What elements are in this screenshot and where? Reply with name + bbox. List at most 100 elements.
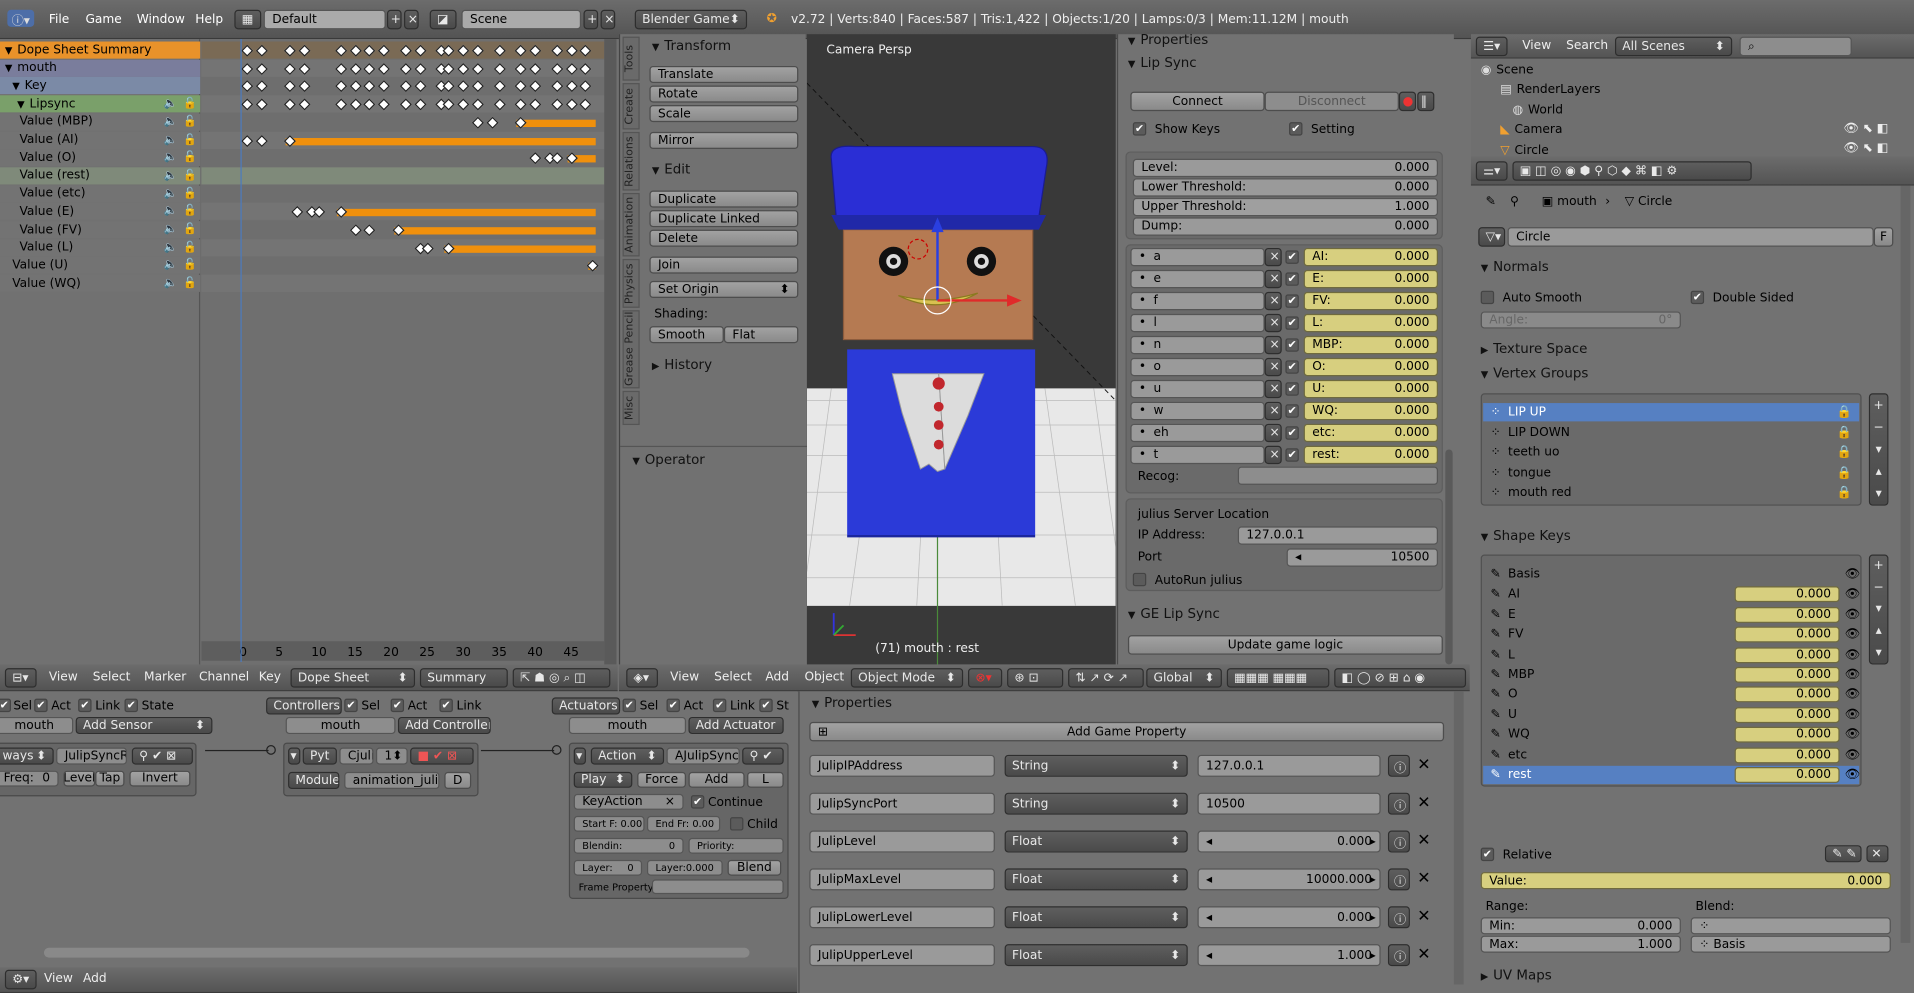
lipsync-panel-header[interactable]: ▼ Lip Sync — [1128, 55, 1197, 71]
phoneme-key-field[interactable]: • a — [1130, 247, 1265, 267]
outliner-item[interactable]: ▤ RenderLayers — [1500, 81, 1600, 98]
eye-icon[interactable]: 👁 — [1844, 748, 1860, 761]
clear-icon[interactable]: × — [1264, 335, 1282, 355]
connect-button[interactable]: Connect — [1130, 91, 1265, 112]
add-controller-dropdown[interactable]: Add Controller⬍ — [397, 716, 491, 735]
controller-state-field[interactable]: 1 ⬍ — [375, 747, 408, 765]
mute-icon[interactable]: 🔈 — [164, 170, 178, 182]
lock-icon[interactable]: 🔒 — [1837, 446, 1852, 459]
phoneme-shape-slider[interactable]: E: 0.000 — [1303, 269, 1438, 289]
clear-icon[interactable]: × — [1264, 401, 1282, 421]
normals-panel-header[interactable]: ▼ Normals — [1481, 259, 1549, 275]
pause-icon[interactable]: ‖ — [1417, 91, 1435, 112]
outliner-search-input[interactable]: ⌕ — [1739, 36, 1852, 57]
mute-icon[interactable]: 🔈 — [164, 98, 178, 110]
shape-key-value-slider[interactable]: 0.000 — [1734, 686, 1840, 703]
info-editor-icon[interactable]: ⓘ▾ — [7, 9, 35, 27]
delete-property-icon[interactable]: ✕ — [1417, 945, 1430, 963]
viewport-shading-icon[interactable]: ⊗▾ — [968, 668, 1003, 688]
game-prop-type-dropdown[interactable]: Float ⬍ — [1004, 830, 1188, 853]
add-menu[interactable]: Add — [765, 671, 789, 684]
shape-keys-header[interactable]: ▼ Shape Keys — [1481, 528, 1571, 544]
shapekey-clear-icon[interactable]: ✕ — [1866, 845, 1889, 863]
properties-scrollbar[interactable] — [1900, 185, 1911, 943]
dopesheet-channel[interactable]: Value (E) 🔈 🔓 — [0, 203, 201, 221]
sensor-act-check[interactable]: ✔ — [34, 698, 48, 713]
texture-space-header[interactable]: ▶ Texture Space — [1481, 341, 1588, 357]
scene-icon[interactable]: ◪ — [429, 9, 457, 30]
setting-checkbox[interactable]: ✔ — [1289, 122, 1303, 136]
add-game-property-button[interactable]: ⊞ Add Game Property — [809, 721, 1445, 742]
delete-property-icon[interactable]: ✕ — [1417, 908, 1430, 926]
ds-menu-key[interactable]: Key — [259, 671, 281, 684]
logic-horizontal-scrollbar[interactable] — [43, 947, 750, 958]
vertex-group-item[interactable]: ⁘ tongue 🔒 — [1483, 464, 1859, 482]
layout-selector[interactable]: Default — [263, 9, 386, 30]
pin-icon[interactable]: ✎ — [1486, 195, 1496, 208]
phoneme-shape-slider[interactable]: FV: 0.000 — [1303, 291, 1438, 311]
actuator-input-socket[interactable] — [551, 745, 562, 755]
ds-menu-select[interactable]: Select — [93, 671, 131, 684]
n-panel-scrollbar[interactable] — [1445, 449, 1453, 665]
shape-key-value-slider[interactable]: 0.000 — [1734, 747, 1840, 763]
logic-menu-view[interactable]: View — [44, 972, 73, 985]
lock-icon[interactable]: 🔓 — [183, 134, 197, 146]
actuator-priority-field[interactable]: Priority: — [688, 837, 784, 854]
lock-icon[interactable]: 🔒 — [1837, 486, 1852, 499]
mesh-datablock-icon[interactable]: ▽▾ — [1478, 227, 1506, 247]
ds-menu-view[interactable]: View — [49, 671, 78, 684]
phoneme-key-field[interactable]: • t — [1130, 445, 1265, 465]
range-min-field[interactable]: Min: 0.000 — [1480, 917, 1681, 935]
dopesheet-channel[interactable]: Value (MBP) 🔈 🔓 — [0, 113, 201, 131]
menu-window[interactable]: Window — [137, 13, 185, 26]
outliner-menu-view[interactable]: View — [1522, 39, 1551, 52]
actuator-type-dropdown[interactable]: Action ⬍ — [590, 747, 665, 765]
blend-basis-field[interactable]: ⁘ Basis — [1690, 935, 1891, 953]
actuators-dropdown[interactable]: Actuators⬍ — [551, 697, 621, 715]
controller-module-dropdown[interactable]: Module⬍ — [288, 771, 340, 790]
game-prop-value[interactable]: ◂ 1.000 ▸ — [1197, 944, 1381, 967]
show-keys-checkbox[interactable]: ✔ — [1132, 122, 1147, 136]
tool-tab-2[interactable]: Relations — [622, 131, 640, 191]
actuator-link-check[interactable]: ✔ — [712, 698, 727, 713]
uv-maps-header[interactable]: ▶ UV Maps — [1481, 967, 1552, 983]
dopesheet-channel[interactable]: ▼ Dope Sheet Summary — [0, 41, 201, 59]
vertex-group-item[interactable]: ⁘ LIP UP 🔒 — [1483, 403, 1860, 422]
summary-toggle[interactable]: Summary — [419, 668, 508, 688]
history-panel-header[interactable]: ▶ History — [652, 357, 712, 373]
outliner-menu-search[interactable]: Search — [1566, 39, 1608, 52]
sensor-pin-icons[interactable]: ⚲ ✔ ⊠ — [131, 747, 193, 765]
info-icon[interactable]: ⓘ — [1387, 830, 1410, 853]
game-prop-value[interactable]: ◂ 0.000 ▸ — [1197, 906, 1381, 929]
actuator-act-check[interactable]: ✔ — [666, 698, 680, 713]
current-frame-line[interactable] — [240, 39, 242, 662]
actuator-layer-field[interactable]: Layer: 0 — [573, 859, 643, 876]
actuator-name-field[interactable]: AJulipSyncRe... — [666, 747, 740, 765]
controller-link-check[interactable]: ✔ — [439, 698, 453, 713]
engine-selector[interactable]: Blender Game ⬍ — [634, 9, 748, 30]
actuator-icons[interactable]: ⚲ ✔ — [742, 747, 784, 765]
clear-icon[interactable]: × — [1264, 379, 1282, 399]
phoneme-enable-checkbox[interactable]: ✔ — [1285, 272, 1299, 286]
actuator-action-field[interactable]: KeyAction × — [573, 793, 684, 810]
game-prop-name[interactable]: JulipSyncPort — [809, 792, 995, 815]
eye-icon[interactable]: 👁 — [1844, 628, 1860, 641]
eye-icon[interactable]: 👁 — [1844, 728, 1860, 741]
tool-tab-1[interactable]: Create — [622, 83, 640, 130]
outliner-item[interactable]: ◍ World — [1512, 101, 1563, 118]
actuator-add-button[interactable]: Add — [688, 771, 745, 788]
vgroup-side-buttons[interactable]: + − ▾ ▴ ▾ — [1868, 393, 1889, 506]
range-max-field[interactable]: Max: 1.000 — [1480, 935, 1681, 953]
game-prop-name[interactable]: JulipLevel — [809, 830, 995, 853]
game-prop-value[interactable]: 10500 — [1197, 792, 1381, 815]
actuator-local-button[interactable]: L — [747, 771, 784, 788]
vertex-groups-header[interactable]: ▼ Vertex Groups — [1481, 365, 1589, 381]
dopesheet-channel[interactable]: ▼ mouth — [0, 59, 201, 77]
phoneme-shape-slider[interactable]: rest: 0.000 — [1303, 445, 1438, 465]
operator-panel-header[interactable]: ▼ Operator — [632, 452, 705, 468]
menu-game[interactable]: Game — [85, 13, 121, 26]
phoneme-enable-checkbox[interactable]: ✔ — [1285, 404, 1299, 418]
smooth-button[interactable]: Smooth — [649, 326, 724, 344]
phoneme-shape-slider[interactable]: MBP: 0.000 — [1303, 335, 1438, 355]
context-tab-icons[interactable]: ▣ ◫ ◎ ◉ ⬢ ⚲ ⬡ ◆ ⌘ ◧ ⚙ — [1512, 161, 1752, 181]
